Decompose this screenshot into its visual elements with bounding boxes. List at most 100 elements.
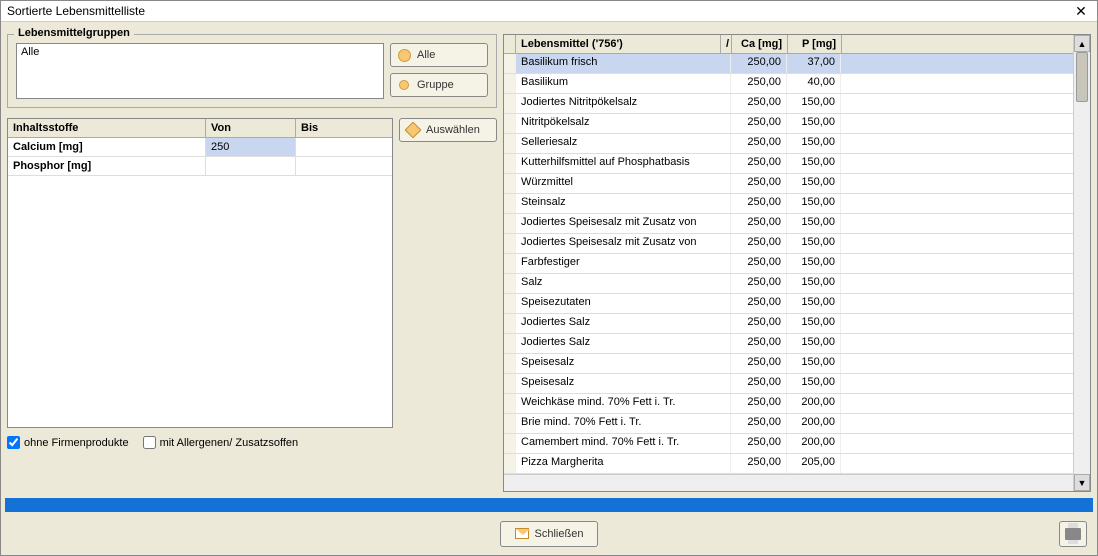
ingredient-bis[interactable]	[296, 157, 392, 175]
group-button-label: Gruppe	[417, 79, 454, 91]
food-name: Nitritpökelsalz	[516, 114, 731, 133]
food-ca: 250,00	[731, 174, 787, 193]
food-name: Jodiertes Speisesalz mit Zusatz von	[516, 234, 731, 253]
food-row[interactable]: Basilikum250,0040,00	[504, 74, 1073, 94]
row-handle[interactable]	[504, 234, 516, 253]
food-row[interactable]: Speisesalz250,00150,00	[504, 374, 1073, 394]
ingredient-von[interactable]: 250	[206, 138, 296, 156]
close-button[interactable]: Schließen	[500, 521, 599, 547]
ohne-firma-input[interactable]	[7, 436, 20, 449]
food-row[interactable]: Pizza Margherita250,00205,00	[504, 454, 1073, 474]
food-row[interactable]: Kutterhilfsmittel auf Phosphatbasis250,0…	[504, 154, 1073, 174]
food-row[interactable]: Camembert mind. 70% Fett i. Tr.250,00200…	[504, 434, 1073, 454]
food-header: Lebensmittel ('756') / Ca [mg] P [mg]	[504, 35, 1073, 54]
row-handle[interactable]	[504, 354, 516, 373]
food-row[interactable]: Basilikum frisch250,0037,00	[504, 54, 1073, 74]
col-ca[interactable]: Ca [mg]	[732, 35, 788, 53]
groups-listbox[interactable]: Alle	[16, 43, 384, 99]
food-row[interactable]: Jodiertes Nitritpökelsalz250,00150,00	[504, 94, 1073, 114]
food-name: Salz	[516, 274, 731, 293]
row-handle[interactable]	[504, 194, 516, 213]
row-handle[interactable]	[504, 114, 516, 133]
food-row[interactable]: Jodiertes Salz250,00150,00	[504, 334, 1073, 354]
row-handle[interactable]	[504, 314, 516, 333]
food-p: 150,00	[787, 294, 841, 313]
row-handle[interactable]	[504, 334, 516, 353]
ohne-firma-label: ohne Firmenprodukte	[24, 437, 129, 449]
scroll-up-button[interactable]: ▲	[1074, 35, 1090, 52]
ingredients-table[interactable]: Inhaltsstoffe Von Bis Calcium [mg]250Pho…	[7, 118, 393, 428]
row-handle[interactable]	[504, 294, 516, 313]
food-p: 150,00	[787, 374, 841, 393]
food-ca: 250,00	[731, 154, 787, 173]
close-icon[interactable]: ✕	[1071, 2, 1091, 20]
food-name: Würzmittel	[516, 174, 731, 193]
col-sort[interactable]: /	[721, 35, 732, 53]
row-handle[interactable]	[504, 94, 516, 113]
mit-allergen-label: mit Allergenen/ Zusatzsoffen	[160, 437, 299, 449]
ingredient-row[interactable]: Calcium [mg]250	[8, 138, 392, 157]
ohne-firma-checkbox[interactable]: ohne Firmenprodukte	[7, 436, 129, 449]
food-row[interactable]: Jodiertes Salz250,00150,00	[504, 314, 1073, 334]
row-handle[interactable]	[504, 134, 516, 153]
row-handle[interactable]	[504, 374, 516, 393]
print-button[interactable]	[1059, 521, 1087, 547]
row-handle[interactable]	[504, 174, 516, 193]
row-handle[interactable]	[504, 394, 516, 413]
food-row[interactable]: Jodiertes Speisesalz mit Zusatz von250,0…	[504, 214, 1073, 234]
row-handle[interactable]	[504, 274, 516, 293]
food-row[interactable]: Speisezutaten250,00150,00	[504, 294, 1073, 314]
food-row[interactable]: Nitritpökelsalz250,00150,00	[504, 114, 1073, 134]
food-row[interactable]: Würzmittel250,00150,00	[504, 174, 1073, 194]
scroll-down-button[interactable]: ▼	[1074, 474, 1090, 491]
food-p: 200,00	[787, 414, 841, 433]
all-button-label: Alle	[417, 49, 435, 61]
food-row[interactable]: Selleriesalz250,00150,00	[504, 134, 1073, 154]
col-ingredient[interactable]: Inhaltsstoffe	[8, 119, 206, 137]
food-row[interactable]: Brie mind. 70% Fett i. Tr.250,00200,00	[504, 414, 1073, 434]
col-food[interactable]: Lebensmittel ('756')	[516, 35, 721, 53]
food-scrollbar[interactable]: ▲ ▼	[1073, 35, 1090, 491]
row-handle[interactable]	[504, 214, 516, 233]
mit-allergen-checkbox[interactable]: mit Allergenen/ Zusatzsoffen	[143, 436, 299, 449]
food-p: 150,00	[787, 234, 841, 253]
food-row[interactable]: Steinsalz250,00150,00	[504, 194, 1073, 214]
col-bis[interactable]: Bis	[296, 119, 392, 137]
food-table[interactable]: Lebensmittel ('756') / Ca [mg] P [mg] Ba…	[504, 35, 1073, 491]
ingredient-row[interactable]: Phosphor [mg]	[8, 157, 392, 176]
food-ca: 250,00	[731, 134, 787, 153]
row-handle-header	[504, 35, 516, 53]
food-p: 150,00	[787, 354, 841, 373]
food-name: Steinsalz	[516, 194, 731, 213]
all-button[interactable]: Alle	[390, 43, 488, 67]
food-p: 150,00	[787, 114, 841, 133]
scroll-thumb[interactable]	[1076, 52, 1088, 102]
group-button[interactable]: Gruppe	[390, 73, 488, 97]
food-row[interactable]: Jodiertes Speisesalz mit Zusatz von250,0…	[504, 234, 1073, 254]
food-row[interactable]: Salz250,00150,00	[504, 274, 1073, 294]
col-von[interactable]: Von	[206, 119, 296, 137]
food-name: Speisesalz	[516, 374, 731, 393]
ingredient-bis[interactable]	[296, 138, 392, 156]
row-handle[interactable]	[504, 74, 516, 93]
food-hscroll[interactable]	[504, 474, 1073, 491]
right-column: Lebensmittel ('756') / Ca [mg] P [mg] Ba…	[503, 28, 1091, 492]
row-handle[interactable]	[504, 54, 516, 73]
food-p: 150,00	[787, 254, 841, 273]
mit-allergen-input[interactable]	[143, 436, 156, 449]
col-p[interactable]: P [mg]	[788, 35, 842, 53]
row-handle[interactable]	[504, 434, 516, 453]
food-row[interactable]: Weichkäse mind. 70% Fett i. Tr.250,00200…	[504, 394, 1073, 414]
row-handle[interactable]	[504, 414, 516, 433]
food-ca: 250,00	[731, 54, 787, 73]
row-handle[interactable]	[504, 454, 516, 473]
ingredient-von[interactable]	[206, 157, 296, 175]
food-ca: 250,00	[731, 274, 787, 293]
food-ca: 250,00	[731, 394, 787, 413]
food-row[interactable]: Speisesalz250,00150,00	[504, 354, 1073, 374]
row-handle[interactable]	[504, 254, 516, 273]
select-button[interactable]: Auswählen	[399, 118, 497, 142]
food-row[interactable]: Farbfestiger250,00150,00	[504, 254, 1073, 274]
row-handle[interactable]	[504, 154, 516, 173]
food-p: 205,00	[787, 454, 841, 473]
